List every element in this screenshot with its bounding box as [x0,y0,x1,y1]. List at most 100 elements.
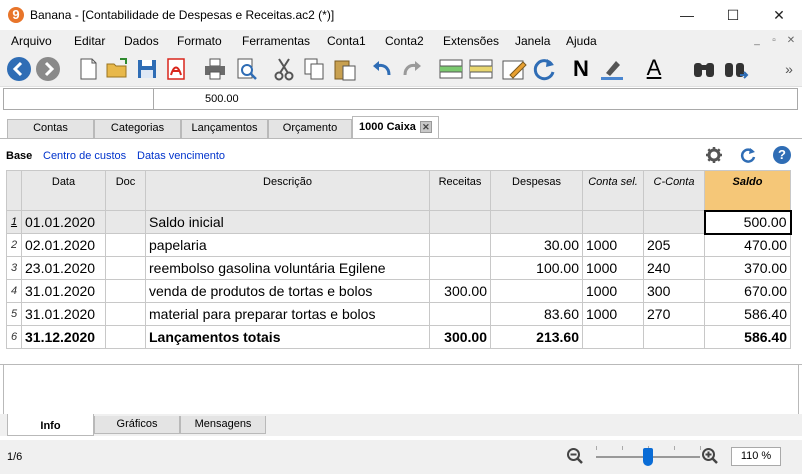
table-row[interactable]: 4 31.01.2020 venda de produtos de tortas… [6,279,791,303]
cell-c-conta[interactable]: 240 [643,256,705,280]
corner-cell[interactable] [6,170,22,211]
col-header-conta-sel[interactable]: Conta sel. [582,170,644,211]
add-row-icon[interactable] [437,55,465,83]
print-icon[interactable] [201,55,229,83]
copy-icon[interactable] [300,55,328,83]
row-number[interactable]: 5 [6,302,22,326]
cell-receitas[interactable] [429,256,491,280]
cell-conta-sel[interactable]: 1000 [582,233,644,257]
insert-row-icon[interactable] [467,55,495,83]
table-row[interactable]: 2 02.01.2020 papelaria 30.00 1000 205 47… [6,233,791,257]
row-number[interactable]: 3 [6,256,22,280]
cell-receitas[interactable] [429,233,491,257]
row-number[interactable]: 6 [6,325,22,349]
formula-bar[interactable]: 500.00 [3,88,798,110]
col-header-doc[interactable]: Doc [105,170,146,211]
cell-saldo[interactable]: 470.00 [704,233,791,257]
font-color-icon[interactable]: A [640,55,668,83]
cell-receitas[interactable] [429,302,491,326]
cell-despesas[interactable] [490,279,583,303]
mdi-restore-button[interactable]: ▫ [767,34,781,48]
toolbar-overflow-button[interactable]: » [775,55,802,83]
cell-conta-sel[interactable] [582,210,644,234]
cell-doc[interactable] [105,279,146,303]
mdi-close-button[interactable]: ✕ [784,34,798,48]
tab-contas[interactable]: Contas [7,119,94,138]
view-datas-vencimento[interactable]: Datas vencimento [137,150,225,162]
row-number[interactable]: 4 [6,279,22,303]
view-centro-de-custos[interactable]: Centro de custos [43,150,126,162]
find-next-icon[interactable] [722,55,750,83]
tab-graficos[interactable]: Gráficos [94,416,180,434]
info-panel[interactable] [3,364,799,416]
menu-ferramentas[interactable]: Ferramentas [242,34,310,48]
cell-despesas[interactable] [490,210,583,234]
cell-doc[interactable] [105,256,146,280]
recalculate-icon[interactable] [530,55,558,83]
table-row[interactable]: 5 31.01.2020 material para preparar tort… [6,302,791,326]
mdi-minimize-button[interactable]: _ [750,34,764,48]
cell-conta-sel[interactable]: 1000 [582,302,644,326]
cell-c-conta[interactable]: 270 [643,302,705,326]
menu-janela[interactable]: Janela [515,34,550,48]
cell-data[interactable]: 31.01.2020 [21,302,106,326]
cell-despesas[interactable]: 213.60 [490,325,583,349]
cell-conta-sel[interactable]: 1000 [582,279,644,303]
menu-editar[interactable]: Editar [74,34,105,48]
paste-icon[interactable] [331,55,359,83]
tab-info[interactable]: Info [7,414,94,436]
minimize-button[interactable]: — [664,0,710,31]
edit-icon[interactable] [500,55,528,83]
save-icon[interactable] [133,55,161,83]
cell-data[interactable]: 01.01.2020 [21,210,106,234]
cell-receitas[interactable]: 300.00 [429,279,491,303]
menu-conta1[interactable]: Conta1 [327,34,366,48]
tab-lancamentos[interactable]: Lançamentos [181,119,268,138]
redo-icon[interactable] [398,55,426,83]
close-button[interactable]: ✕ [756,0,802,31]
menu-ajuda[interactable]: Ajuda [566,34,597,48]
cell-saldo[interactable]: 370.00 [704,256,791,280]
cell-saldo[interactable]: 670.00 [704,279,791,303]
col-header-data[interactable]: Data [21,170,106,211]
pdf-icon[interactable] [162,55,190,83]
highlighter-icon[interactable] [598,55,626,83]
menu-formato[interactable]: Formato [177,34,222,48]
row-number[interactable]: 1 [6,210,22,234]
cell-data[interactable]: 31.01.2020 [21,279,106,303]
zoom-in-icon[interactable] [701,447,719,465]
col-header-c-conta[interactable]: C-Conta [643,170,705,211]
col-header-despesas[interactable]: Despesas [490,170,583,211]
open-folder-icon[interactable] [103,55,131,83]
cell-doc[interactable] [105,325,146,349]
search-icon[interactable] [690,55,718,83]
cell-descricao[interactable]: Lançamentos totais [145,325,430,349]
tab-close-icon[interactable]: ✕ [419,121,432,134]
cell-c-conta[interactable]: 205 [643,233,705,257]
cell-doc[interactable] [105,302,146,326]
totals-row[interactable]: 6 31.12.2020 Lançamentos totais 300.00 2… [6,325,791,349]
menu-arquivo[interactable]: Arquivo [11,34,52,48]
cell-doc[interactable] [105,210,146,234]
menu-extensoes[interactable]: Extensões [443,34,499,48]
cell-doc[interactable] [105,233,146,257]
cell-despesas[interactable]: 30.00 [490,233,583,257]
cell-descricao[interactable]: Saldo inicial [145,210,430,234]
gear-icon[interactable] [705,146,723,164]
cell-descricao[interactable]: material para preparar tortas e bolos [145,302,430,326]
zoom-out-icon[interactable] [566,447,584,465]
table-row[interactable]: 1 01.01.2020 Saldo inicial 500.00 [6,209,792,235]
tab-orcamento[interactable]: Orçamento [268,119,352,138]
cell-conta-sel[interactable]: 1000 [582,256,644,280]
menu-dados[interactable]: Dados [124,34,159,48]
help-icon[interactable]: ? [773,146,791,164]
cell-c-conta[interactable] [643,210,705,234]
view-base[interactable]: Base [6,150,32,162]
formula-value[interactable]: 500.00 [205,93,239,105]
cell-receitas[interactable] [429,210,491,234]
forward-icon[interactable] [34,55,62,83]
new-file-icon[interactable] [74,55,102,83]
cell-c-conta[interactable]: 300 [643,279,705,303]
cell-despesas[interactable]: 100.00 [490,256,583,280]
cell-descricao[interactable]: reembolso gasolina voluntária Egilene [145,256,430,280]
